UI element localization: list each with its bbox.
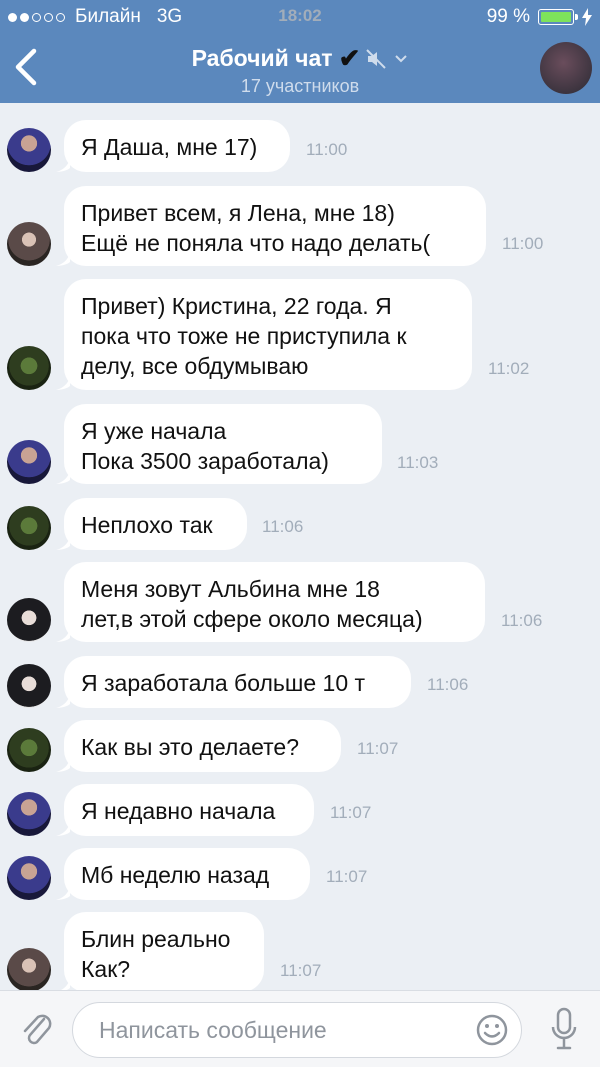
message-time: 11:07 xyxy=(330,803,372,822)
message-field[interactable] xyxy=(72,1002,522,1058)
message-time: 11:06 xyxy=(501,611,543,630)
chat-header: Билайн 3G 18:02 99 % Рабочий чат ✔ 17 уч… xyxy=(0,0,600,103)
message-text: Я недавно начала xyxy=(81,798,276,824)
message-bubble[interactable]: Мб неделю назад xyxy=(64,848,310,900)
battery-icon xyxy=(538,9,578,25)
participants-count: 17 участников xyxy=(240,76,360,96)
chat-title-block[interactable]: Рабочий чат ✔ 17 участников xyxy=(0,43,600,97)
message-bubble[interactable]: Как вы это делаете? xyxy=(64,720,341,772)
chat-avatar[interactable] xyxy=(540,42,592,94)
battery-percent: 99 % xyxy=(486,6,530,27)
message-text: Меня зовут Альбина мне 18 лет,в этой сфе… xyxy=(81,576,423,632)
message-time: 11:06 xyxy=(262,517,304,536)
message-input[interactable] xyxy=(97,1003,461,1057)
avatar[interactable] xyxy=(7,128,51,172)
message-time: 11:00 xyxy=(306,140,348,159)
paperclip-icon[interactable] xyxy=(18,1009,54,1049)
avatar[interactable] xyxy=(7,856,51,900)
message-text: Блин реально Как? xyxy=(81,926,231,982)
message-text: Я Даша, мне 17) xyxy=(81,134,258,160)
avatar[interactable] xyxy=(7,506,51,550)
message-time: 11:00 xyxy=(502,234,544,253)
message-bubble[interactable]: Неплохо так xyxy=(64,498,247,550)
charging-bolt-icon xyxy=(582,8,592,26)
message-text: Мб неделю назад xyxy=(81,862,270,888)
message-time: 11:06 xyxy=(427,675,469,694)
avatar[interactable] xyxy=(7,346,51,390)
message-bubble[interactable]: Привет) Кристина, 22 года. Я пока что то… xyxy=(64,279,472,390)
message-time: 11:07 xyxy=(326,867,368,886)
message-time: 11:02 xyxy=(488,359,530,378)
avatar[interactable] xyxy=(7,222,51,266)
composer-bar xyxy=(0,990,600,1067)
message-text: Привет всем, я Лена, мне 18) Ещё не поня… xyxy=(81,200,431,256)
message-time: 11:07 xyxy=(280,961,322,980)
message-text: Я уже начала Пока 3500 заработала) xyxy=(81,418,329,474)
message-text: Я заработала больше 10 т xyxy=(81,670,366,696)
message-time: 11:07 xyxy=(357,739,399,758)
avatar[interactable] xyxy=(7,664,51,708)
message-bubble[interactable]: Я Даша, мне 17) xyxy=(64,120,290,172)
message-text: Как вы это делаете? xyxy=(81,734,300,760)
message-bubble[interactable]: Я уже начала Пока 3500 заработала) xyxy=(64,404,382,484)
checkmark-icon: ✔ xyxy=(338,43,361,73)
message-time: 11:03 xyxy=(397,453,439,472)
chat-title: Рабочий чат xyxy=(191,45,333,71)
message-bubble[interactable]: Привет всем, я Лена, мне 18) Ещё не поня… xyxy=(64,186,486,266)
avatar[interactable] xyxy=(7,440,51,484)
message-text: Привет) Кристина, 22 года. Я пока что то… xyxy=(81,293,407,379)
muted-speaker-icon xyxy=(366,48,387,69)
message-bubble[interactable]: Блин реально Как? xyxy=(64,912,264,992)
avatar[interactable] xyxy=(7,728,51,772)
status-bar: Билайн 3G 18:02 99 % xyxy=(0,0,600,34)
microphone-icon[interactable] xyxy=(550,1007,578,1051)
chevron-down-icon xyxy=(395,54,408,62)
message-bubble[interactable]: Меня зовут Альбина мне 18 лет,в этой сфе… xyxy=(64,562,485,642)
message-bubble[interactable]: Я заработала больше 10 т xyxy=(64,656,411,708)
avatar[interactable] xyxy=(7,598,51,642)
message-text: Неплохо так xyxy=(81,512,213,538)
smile-icon[interactable] xyxy=(475,1013,509,1047)
message-bubble[interactable]: Я недавно начала xyxy=(64,784,314,836)
avatar[interactable] xyxy=(7,948,51,992)
avatar[interactable] xyxy=(7,792,51,836)
